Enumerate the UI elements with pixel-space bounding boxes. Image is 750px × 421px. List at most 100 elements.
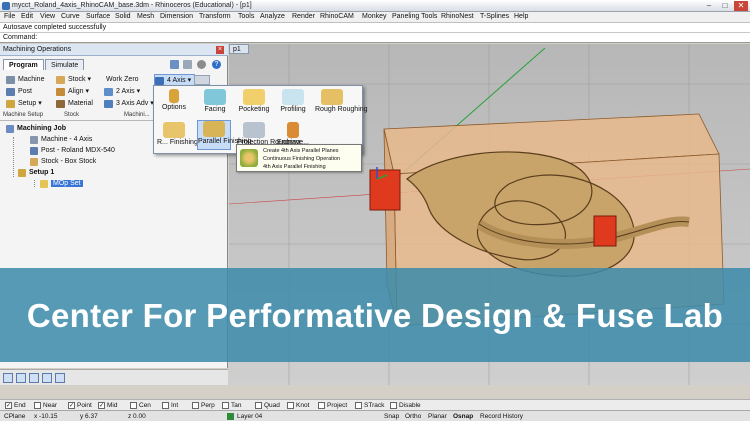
settings-icon[interactable] bbox=[55, 373, 65, 383]
osnap-point[interactable]: ✓ Point bbox=[68, 401, 92, 410]
osnap-strack[interactable]: STrack bbox=[355, 401, 384, 410]
menu-edit[interactable]: Edit bbox=[21, 13, 33, 20]
status-osnap[interactable]: Osnap bbox=[453, 412, 473, 421]
two-axis-icon bbox=[104, 88, 113, 96]
menu-help[interactable]: Help bbox=[514, 13, 528, 20]
osnap-strack-checkbox[interactable] bbox=[355, 402, 362, 409]
tree-mop-set[interactable]: MOp Set bbox=[40, 179, 83, 189]
align-button[interactable]: Align ▾ bbox=[56, 86, 89, 98]
menu-dimension[interactable]: Dimension bbox=[160, 13, 193, 20]
window-title: mycct_Roland_4axis_RhinoCAM_base.3dm - R… bbox=[12, 2, 252, 9]
osnap-near[interactable]: Near bbox=[34, 401, 57, 410]
menu-analyze[interactable]: Analyze bbox=[260, 13, 285, 20]
osnap-cen[interactable]: Cen bbox=[130, 401, 151, 410]
gear-icon[interactable] bbox=[197, 60, 206, 69]
osnap-int[interactable]: Int bbox=[162, 401, 178, 410]
menu-surface[interactable]: Surface bbox=[86, 13, 110, 20]
osnap-disable-checkbox[interactable] bbox=[390, 402, 397, 409]
menu-view[interactable]: View bbox=[40, 13, 55, 20]
osnap-knot-checkbox[interactable] bbox=[287, 402, 294, 409]
status-ortho[interactable]: Ortho bbox=[405, 412, 421, 421]
menu-mesh[interactable]: Mesh bbox=[137, 13, 154, 20]
osnap-cen-checkbox[interactable] bbox=[130, 402, 137, 409]
popup-parallel-finishing[interactable]: Parallel Finishing bbox=[197, 120, 251, 150]
menu-transform[interactable]: Transform bbox=[199, 13, 231, 20]
osnap-perp[interactable]: Perp bbox=[192, 401, 215, 410]
align-icon bbox=[56, 88, 65, 96]
panel-close-icon[interactable]: × bbox=[216, 46, 224, 54]
material-button[interactable]: Material bbox=[56, 98, 93, 110]
three-axis-icon bbox=[104, 100, 113, 108]
popup-profiling[interactable]: Profiling bbox=[276, 89, 310, 114]
maximize-button[interactable]: □ bbox=[718, 1, 732, 11]
tab-simulate[interactable]: Simulate bbox=[45, 59, 85, 70]
osnap-knot[interactable]: Knot bbox=[287, 401, 309, 410]
popup-facing[interactable]: Facing bbox=[198, 89, 232, 114]
tree-post[interactable]: Post - Roland MDX-540 bbox=[30, 146, 115, 156]
osnap-disable[interactable]: Disable bbox=[390, 401, 421, 410]
osnap-quad-checkbox[interactable] bbox=[255, 402, 262, 409]
osnap-near-checkbox[interactable] bbox=[34, 402, 41, 409]
popup-finishing[interactable]: R... Finishing bbox=[157, 122, 198, 146]
tool-library-icon[interactable] bbox=[42, 373, 52, 383]
osnap-mid-checkbox[interactable]: ✓ bbox=[98, 402, 105, 409]
group-machine-setup: Machine Setup bbox=[3, 112, 44, 118]
command-prompt[interactable]: Command: bbox=[0, 33, 750, 43]
menu-rhinocam[interactable]: RhinoCAM bbox=[320, 13, 354, 20]
osnap-tan-checkbox[interactable] bbox=[222, 402, 229, 409]
popup-engrave[interactable]: Engrave... bbox=[276, 122, 310, 146]
more-operations-icon[interactable] bbox=[194, 75, 210, 85]
setup-button[interactable]: Setup ▾ bbox=[6, 98, 42, 110]
popup-projection-roughing[interactable]: Projection Roughing bbox=[237, 122, 300, 146]
tree-machining-job[interactable]: Machining Job bbox=[6, 124, 66, 134]
tree-stock[interactable]: Stock - Box Stock bbox=[30, 157, 96, 167]
osnap-quad[interactable]: Quad bbox=[255, 401, 280, 410]
osnap-int-checkbox[interactable] bbox=[162, 402, 169, 409]
osnap-point-checkbox[interactable]: ✓ bbox=[68, 402, 75, 409]
viewport-tab-p1[interactable]: p1 bbox=[229, 44, 249, 54]
status-snap[interactable]: Snap bbox=[384, 412, 399, 421]
menu-tsplines[interactable]: T-Splines bbox=[480, 13, 509, 20]
osnap-tan[interactable]: Tan bbox=[222, 401, 241, 410]
osnap-end[interactable]: ✓ End bbox=[5, 401, 26, 410]
two-axis-button[interactable]: 2 Axis ▾ bbox=[104, 86, 140, 98]
wrench-icon[interactable] bbox=[183, 60, 192, 69]
setup-tree-icon bbox=[18, 169, 26, 177]
menu-monkey[interactable]: Monkey bbox=[362, 13, 387, 20]
menu-tools[interactable]: Tools bbox=[238, 13, 254, 20]
tab-program[interactable]: Program bbox=[3, 59, 44, 70]
menu-solid[interactable]: Solid bbox=[115, 13, 131, 20]
status-z-coord: z 0.00 bbox=[128, 413, 146, 420]
three-axis-adv-button[interactable]: 3 Axis Adv ▾ bbox=[104, 98, 154, 110]
popup-pocketing[interactable]: Pocketing bbox=[237, 89, 271, 114]
menu-rhinonest[interactable]: RhinoNest bbox=[441, 13, 474, 20]
status-planar[interactable]: Planar bbox=[428, 412, 447, 421]
menu-file[interactable]: File bbox=[4, 13, 15, 20]
view-toggle-icon[interactable] bbox=[3, 373, 13, 383]
toolpath-icon[interactable] bbox=[29, 373, 39, 383]
work-zero-button[interactable]: Work Zero bbox=[104, 74, 139, 86]
menu-render[interactable]: Render bbox=[292, 13, 315, 20]
osnap-perp-checkbox[interactable] bbox=[192, 402, 199, 409]
menu-paneling-tools[interactable]: Paneling Tools bbox=[392, 13, 437, 20]
machine-button[interactable]: Machine bbox=[6, 74, 44, 86]
status-record-history[interactable]: Record History bbox=[480, 412, 523, 421]
close-button[interactable]: ✕ bbox=[734, 1, 748, 11]
post-button[interactable]: Post bbox=[6, 86, 32, 98]
tree-setup[interactable]: Setup 1 bbox=[18, 168, 54, 178]
popup-rough-roughing[interactable]: Rough Roughing bbox=[315, 89, 368, 113]
osnap-mid[interactable]: ✓ Mid bbox=[98, 401, 117, 410]
tools-icon[interactable] bbox=[170, 60, 179, 69]
roughing-icon bbox=[321, 89, 343, 105]
stock-button[interactable]: Stock ▾ bbox=[56, 74, 91, 86]
tree-view-icon[interactable] bbox=[16, 373, 26, 383]
status-layer[interactable]: Layer 04 bbox=[237, 412, 262, 421]
minimize-button[interactable]: – bbox=[702, 1, 716, 11]
osnap-project[interactable]: Project bbox=[318, 401, 347, 410]
help-icon[interactable]: ? bbox=[212, 60, 221, 69]
osnap-project-checkbox[interactable] bbox=[318, 402, 325, 409]
osnap-end-checkbox[interactable]: ✓ bbox=[5, 402, 12, 409]
menu-curve[interactable]: Curve bbox=[61, 13, 80, 20]
tree-machine[interactable]: Machine - 4 Axis bbox=[30, 135, 92, 145]
popup-options[interactable]: Options bbox=[157, 89, 191, 112]
